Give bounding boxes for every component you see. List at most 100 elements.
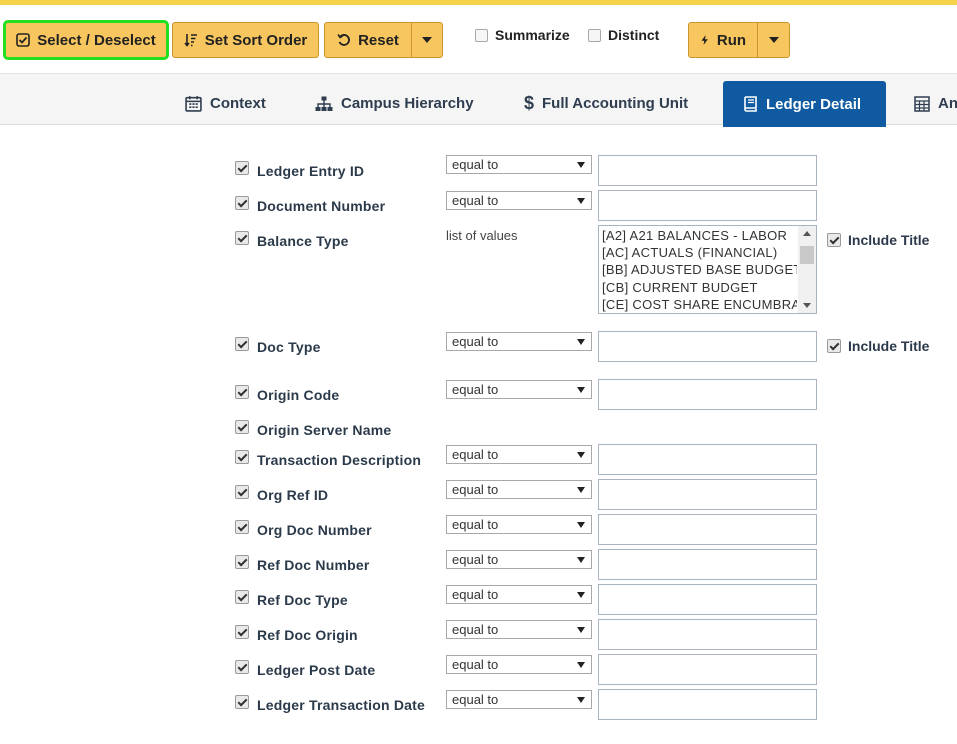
operator-select-transaction-description[interactable]: equal to: [446, 445, 592, 464]
value-input-org-ref-id[interactable]: [598, 479, 817, 510]
value-input-ledger-entry-id[interactable]: [598, 155, 817, 186]
operator-select-ledger-post-date[interactable]: equal to: [446, 655, 592, 674]
undo-icon: [337, 34, 350, 46]
field-checkbox-org-ref-id[interactable]: [235, 485, 249, 499]
set-sort-order-label: Set Sort Order: [204, 31, 308, 49]
chevron-down-icon: [768, 37, 779, 43]
dropdown-arrow-icon: [577, 339, 585, 345]
dropdown-arrow-icon: [577, 162, 585, 168]
value-input-document-number[interactable]: [598, 190, 817, 221]
balance-type-list[interactable]: [A2] A21 BALANCES - LABOR [AC] ACTUALS (…: [598, 225, 817, 314]
operator-select-ref-doc-origin[interactable]: equal to: [446, 620, 592, 639]
list-item[interactable]: [AC] ACTUALS (FINANCIAL): [599, 244, 797, 261]
list-item[interactable]: [A2] A21 BALANCES - LABOR: [599, 227, 797, 244]
operator-value: equal to: [452, 334, 499, 349]
scrollbar-thumb[interactable]: [800, 246, 814, 264]
dropdown-arrow-icon: [577, 557, 585, 563]
value-input-origin-code[interactable]: [598, 379, 817, 410]
value-input-ref-doc-type[interactable]: [598, 584, 817, 615]
summarize-box[interactable]: [475, 28, 488, 42]
reset-button[interactable]: Reset: [324, 22, 412, 58]
value-input-transaction-description[interactable]: [598, 444, 817, 475]
tab-full-accounting-unit[interactable]: $ Full Accounting Unit: [524, 81, 688, 126]
dropdown-arrow-icon: [577, 662, 585, 668]
include-title-checkbox[interactable]: [827, 233, 841, 247]
operator-select-org-doc-number[interactable]: equal to: [446, 515, 592, 534]
include-title-doc-type[interactable]: Include Title: [827, 338, 929, 354]
operator-value: equal to: [452, 382, 499, 397]
tab-analysis-label: An: [938, 95, 957, 112]
dropdown-arrow-icon: [577, 387, 585, 393]
value-input-org-doc-number[interactable]: [598, 514, 817, 545]
field-label-ref-doc-type: Ref Doc Type: [257, 592, 348, 608]
field-checkbox-transaction-description[interactable]: [235, 450, 249, 464]
field-label-origin-code: Origin Code: [257, 387, 340, 403]
list-scrollbar[interactable]: [798, 226, 816, 313]
chevron-down-icon: [422, 37, 432, 43]
list-item[interactable]: [BB] ADJUSTED BASE BUDGET: [599, 261, 797, 278]
value-input-ref-doc-origin[interactable]: [598, 619, 817, 650]
reset-dropdown-button[interactable]: [411, 22, 443, 58]
dropdown-arrow-icon: [577, 487, 585, 493]
operator-select-ref-doc-type[interactable]: equal to: [446, 585, 592, 604]
scroll-down-icon[interactable]: [803, 303, 811, 308]
operator-select-document-number[interactable]: equal to: [446, 191, 592, 210]
tab-campus-hierarchy[interactable]: Campus Hierarchy: [315, 81, 474, 126]
include-title-checkbox[interactable]: [827, 339, 841, 353]
field-checkbox-document-number[interactable]: [235, 196, 249, 210]
operator-select-ledger-entry-id[interactable]: equal to: [446, 155, 592, 174]
tab-ledger-detail[interactable]: Ledger Detail: [723, 81, 886, 127]
field-checkbox-origin-code[interactable]: [235, 385, 249, 399]
field-checkbox-balance-type[interactable]: [235, 231, 249, 245]
tab-analysis[interactable]: An: [914, 81, 957, 126]
field-checkbox-ref-doc-type[interactable]: [235, 590, 249, 604]
field-label-balance-type: Balance Type: [257, 233, 349, 249]
run-button[interactable]: Run: [688, 22, 758, 58]
operator-select-ledger-transaction-date[interactable]: equal to: [446, 690, 592, 709]
operator-select-doc-type[interactable]: equal to: [446, 332, 592, 351]
operator-value: equal to: [452, 587, 499, 602]
field-checkbox-origin-server-name[interactable]: [235, 420, 249, 434]
value-input-ledger-post-date[interactable]: [598, 654, 817, 685]
field-checkbox-ref-doc-origin[interactable]: [235, 625, 249, 639]
field-checkbox-doc-type[interactable]: [235, 337, 249, 351]
operator-select-ref-doc-number[interactable]: equal to: [446, 550, 592, 569]
tab-context[interactable]: Context: [185, 81, 266, 126]
list-item[interactable]: [CB] CURRENT BUDGET: [599, 279, 797, 296]
value-input-ref-doc-number[interactable]: [598, 549, 817, 580]
operator-value: equal to: [452, 692, 499, 707]
field-label-origin-server-name: Origin Server Name: [257, 422, 392, 438]
dropdown-arrow-icon: [577, 592, 585, 598]
field-label-ledger-transaction-date: Ledger Transaction Date: [257, 697, 425, 713]
operator-select-org-ref-id[interactable]: equal to: [446, 480, 592, 499]
dropdown-arrow-icon: [577, 522, 585, 528]
summarize-checkbox[interactable]: Summarize: [475, 27, 570, 43]
operator-value: equal to: [452, 193, 499, 208]
field-checkbox-ledger-post-date[interactable]: [235, 660, 249, 674]
field-checkbox-ledger-transaction-date[interactable]: [235, 695, 249, 709]
field-label-doc-type: Doc Type: [257, 339, 321, 355]
summarize-label: Summarize: [495, 27, 570, 43]
select-deselect-button[interactable]: Select / Deselect: [3, 20, 169, 60]
distinct-box[interactable]: [588, 28, 601, 42]
operator-value: equal to: [452, 482, 499, 497]
toolbar: Select / Deselect Set Sort Order Reset S…: [0, 5, 957, 73]
calculator-icon: [914, 95, 930, 112]
field-checkbox-ref-doc-number[interactable]: [235, 555, 249, 569]
set-sort-order-button[interactable]: Set Sort Order: [172, 22, 319, 58]
value-input-doc-type[interactable]: [598, 331, 817, 362]
scroll-up-icon[interactable]: [803, 231, 811, 236]
check-square-icon: [16, 33, 31, 47]
field-checkbox-org-doc-number[interactable]: [235, 520, 249, 534]
field-checkbox-ledger-entry-id[interactable]: [235, 161, 249, 175]
value-input-ledger-transaction-date[interactable]: [598, 689, 817, 720]
include-title-balance-type[interactable]: Include Title: [827, 232, 929, 248]
calendar-icon: [185, 96, 202, 112]
distinct-checkbox[interactable]: Distinct: [588, 27, 659, 43]
list-item[interactable]: [CE] COST SHARE ENCUMBRANCE: [599, 296, 797, 313]
operator-value: equal to: [452, 447, 499, 462]
tab-campus-hierarchy-label: Campus Hierarchy: [341, 95, 474, 112]
run-dropdown-button[interactable]: [757, 22, 790, 58]
operator-select-origin-code[interactable]: equal to: [446, 380, 592, 399]
select-deselect-label: Select / Deselect: [37, 31, 156, 49]
